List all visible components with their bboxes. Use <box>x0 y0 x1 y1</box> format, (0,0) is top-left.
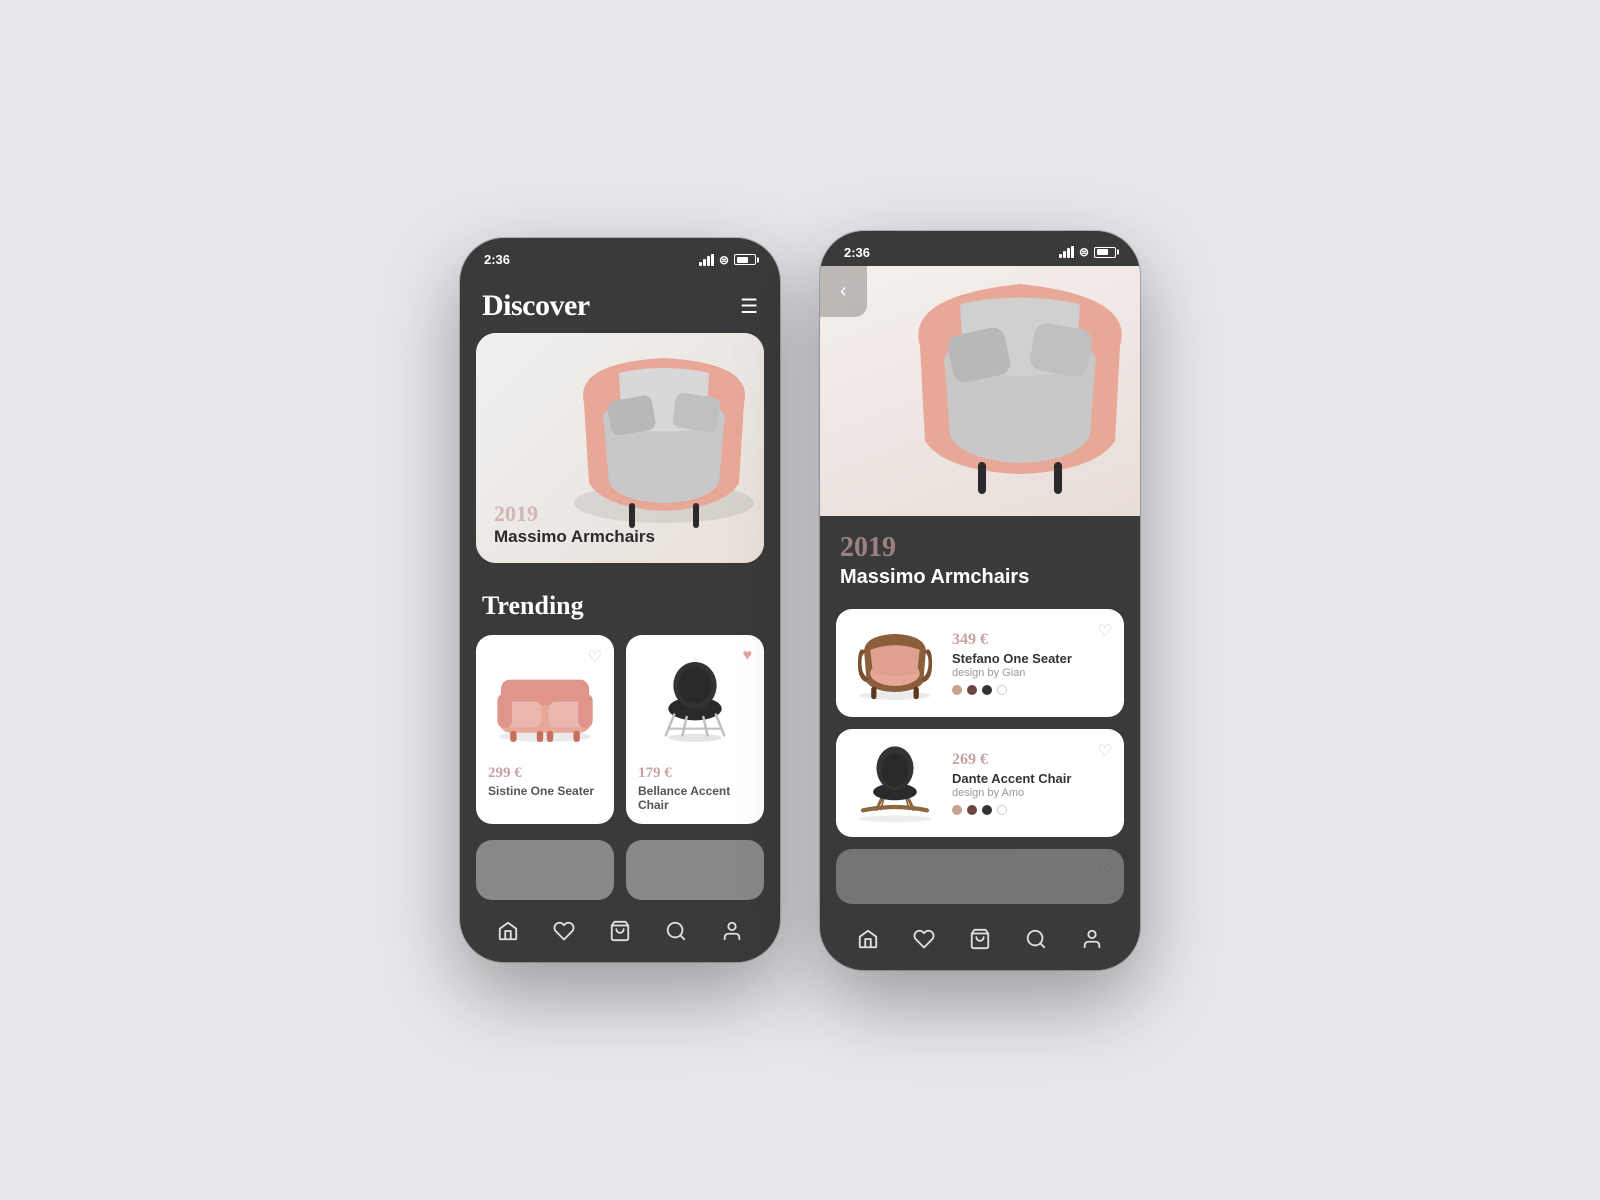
dante-info: 269 € Dante Accent Chair design by Amo <box>952 751 1110 815</box>
dante-favorite-button[interactable]: ♡ <box>1098 741 1112 761</box>
dante-rocking-svg <box>850 743 940 823</box>
phone-discover: 2:36 ⊜ Discover ☰ <box>460 238 780 962</box>
product-card-partial-1 <box>476 840 614 900</box>
wifi-icon-2: ⊜ <box>1079 245 1089 259</box>
status-icons-2: ⊜ <box>1059 245 1116 259</box>
stefano-name: Stefano One Seater <box>952 651 1110 666</box>
product-card-1[interactable]: ♡ <box>476 635 614 824</box>
stefano-image <box>850 623 940 703</box>
trending-grid-row2 <box>460 840 780 908</box>
color-swatch-1[interactable] <box>952 685 962 695</box>
favorite-button-1[interactable]: ♡ <box>588 647 602 667</box>
favorite-button-2[interactable]: ♥ <box>743 647 753 665</box>
list-item-dante[interactable]: 269 € Dante Accent Chair design by Amo ♡ <box>836 729 1124 837</box>
detail-scroll-area[interactable]: ‹ 2019 Massimo Armchairs <box>820 266 1140 916</box>
nav-home-icon[interactable] <box>497 920 519 942</box>
menu-button[interactable]: ☰ <box>740 294 758 319</box>
scroll-area[interactable]: Discover ☰ <box>460 273 780 908</box>
nav-search-icon-2[interactable] <box>1025 928 1047 950</box>
nav-favorites-icon-2[interactable] <box>913 928 935 950</box>
hero-product-name: Massimo Armchairs <box>494 527 655 547</box>
stefano-svg <box>850 625 940 700</box>
detail-hero-chair-svg <box>880 266 1140 516</box>
nav-favorites-icon[interactable] <box>553 920 575 942</box>
product-price-2: 179 € <box>638 765 752 782</box>
nav-basket-icon-2[interactable] <box>969 928 991 950</box>
dante-color-swatch-3[interactable] <box>982 805 992 815</box>
time-2: 2:36 <box>844 245 870 260</box>
status-icons: ⊜ <box>699 253 756 267</box>
status-bar-2: 2:36 ⊜ <box>820 231 1140 266</box>
product-list: 349 € Stefano One Seater design by Gian … <box>820 597 1140 916</box>
dante-colors <box>952 805 1110 815</box>
product-image-2 <box>638 647 752 757</box>
nav-home-icon-2[interactable] <box>857 928 879 950</box>
page-title: Discover <box>482 289 590 323</box>
bottom-nav <box>460 908 780 962</box>
detail-hero: ‹ <box>820 266 1140 516</box>
stefano-price: 349 € <box>952 631 1110 649</box>
color-swatch-2[interactable] <box>967 685 977 695</box>
dante-color-swatch-2[interactable] <box>967 805 977 815</box>
list-item-stefano[interactable]: 349 € Stefano One Seater design by Gian … <box>836 609 1124 717</box>
detail-info: 2019 Massimo Armchairs <box>820 516 1140 597</box>
accent-chair-svg <box>645 657 745 747</box>
product-name-2: Bellance Accent Chair <box>638 784 752 812</box>
dante-color-swatch-4[interactable] <box>997 805 1007 815</box>
detail-product-name: Massimo Armchairs <box>840 566 1120 589</box>
color-swatch-3[interactable] <box>982 685 992 695</box>
hero-text: 2019 Massimo Armchairs <box>494 501 655 547</box>
product-image-1 <box>488 647 602 757</box>
status-bar: 2:36 ⊜ <box>460 238 780 273</box>
product-price-1: 299 € <box>488 765 602 782</box>
signal-icon-2 <box>1059 246 1074 258</box>
bottom-nav-2 <box>820 916 1140 970</box>
sofa-svg <box>490 660 600 745</box>
dante-color-swatch-1[interactable] <box>952 805 962 815</box>
nav-basket-icon[interactable] <box>609 920 631 942</box>
partial-favorite-button[interactable]: ♡ <box>1098 861 1112 881</box>
trending-grid: ♡ <box>460 635 780 840</box>
hero-card[interactable]: 2019 Massimo Armchairs <box>476 333 764 563</box>
product-card-2[interactable]: ♥ <box>626 635 764 824</box>
stefano-colors <box>952 685 1110 695</box>
product-name-1: Sistine One Seater <box>488 784 602 798</box>
battery-icon <box>734 254 756 265</box>
signal-icon <box>699 254 714 266</box>
nav-search-icon[interactable] <box>665 920 687 942</box>
phone-detail: 2:36 ⊜ ‹ <box>820 231 1140 970</box>
dante-price: 269 € <box>952 751 1110 769</box>
dante-designer: design by Amo <box>952 787 1110 799</box>
stefano-designer: design by Gian <box>952 667 1110 679</box>
dante-image <box>850 743 940 823</box>
discover-header: Discover ☰ <box>460 273 780 333</box>
dante-name: Dante Accent Chair <box>952 771 1110 786</box>
battery-icon-2 <box>1094 247 1116 258</box>
back-button[interactable]: ‹ <box>820 266 867 317</box>
time: 2:36 <box>484 252 510 267</box>
trending-title: Trending <box>460 583 780 635</box>
nav-profile-icon[interactable] <box>721 920 743 942</box>
stefano-info: 349 € Stefano One Seater design by Gian <box>952 631 1110 695</box>
stefano-favorite-button[interactable]: ♡ <box>1098 621 1112 641</box>
hero-year: 2019 <box>494 501 655 527</box>
color-swatch-4[interactable] <box>997 685 1007 695</box>
list-item-partial: ♡ <box>836 849 1124 904</box>
product-card-partial-2 <box>626 840 764 900</box>
detail-year: 2019 <box>840 532 1120 564</box>
nav-profile-icon-2[interactable] <box>1081 928 1103 950</box>
wifi-icon: ⊜ <box>719 253 729 267</box>
